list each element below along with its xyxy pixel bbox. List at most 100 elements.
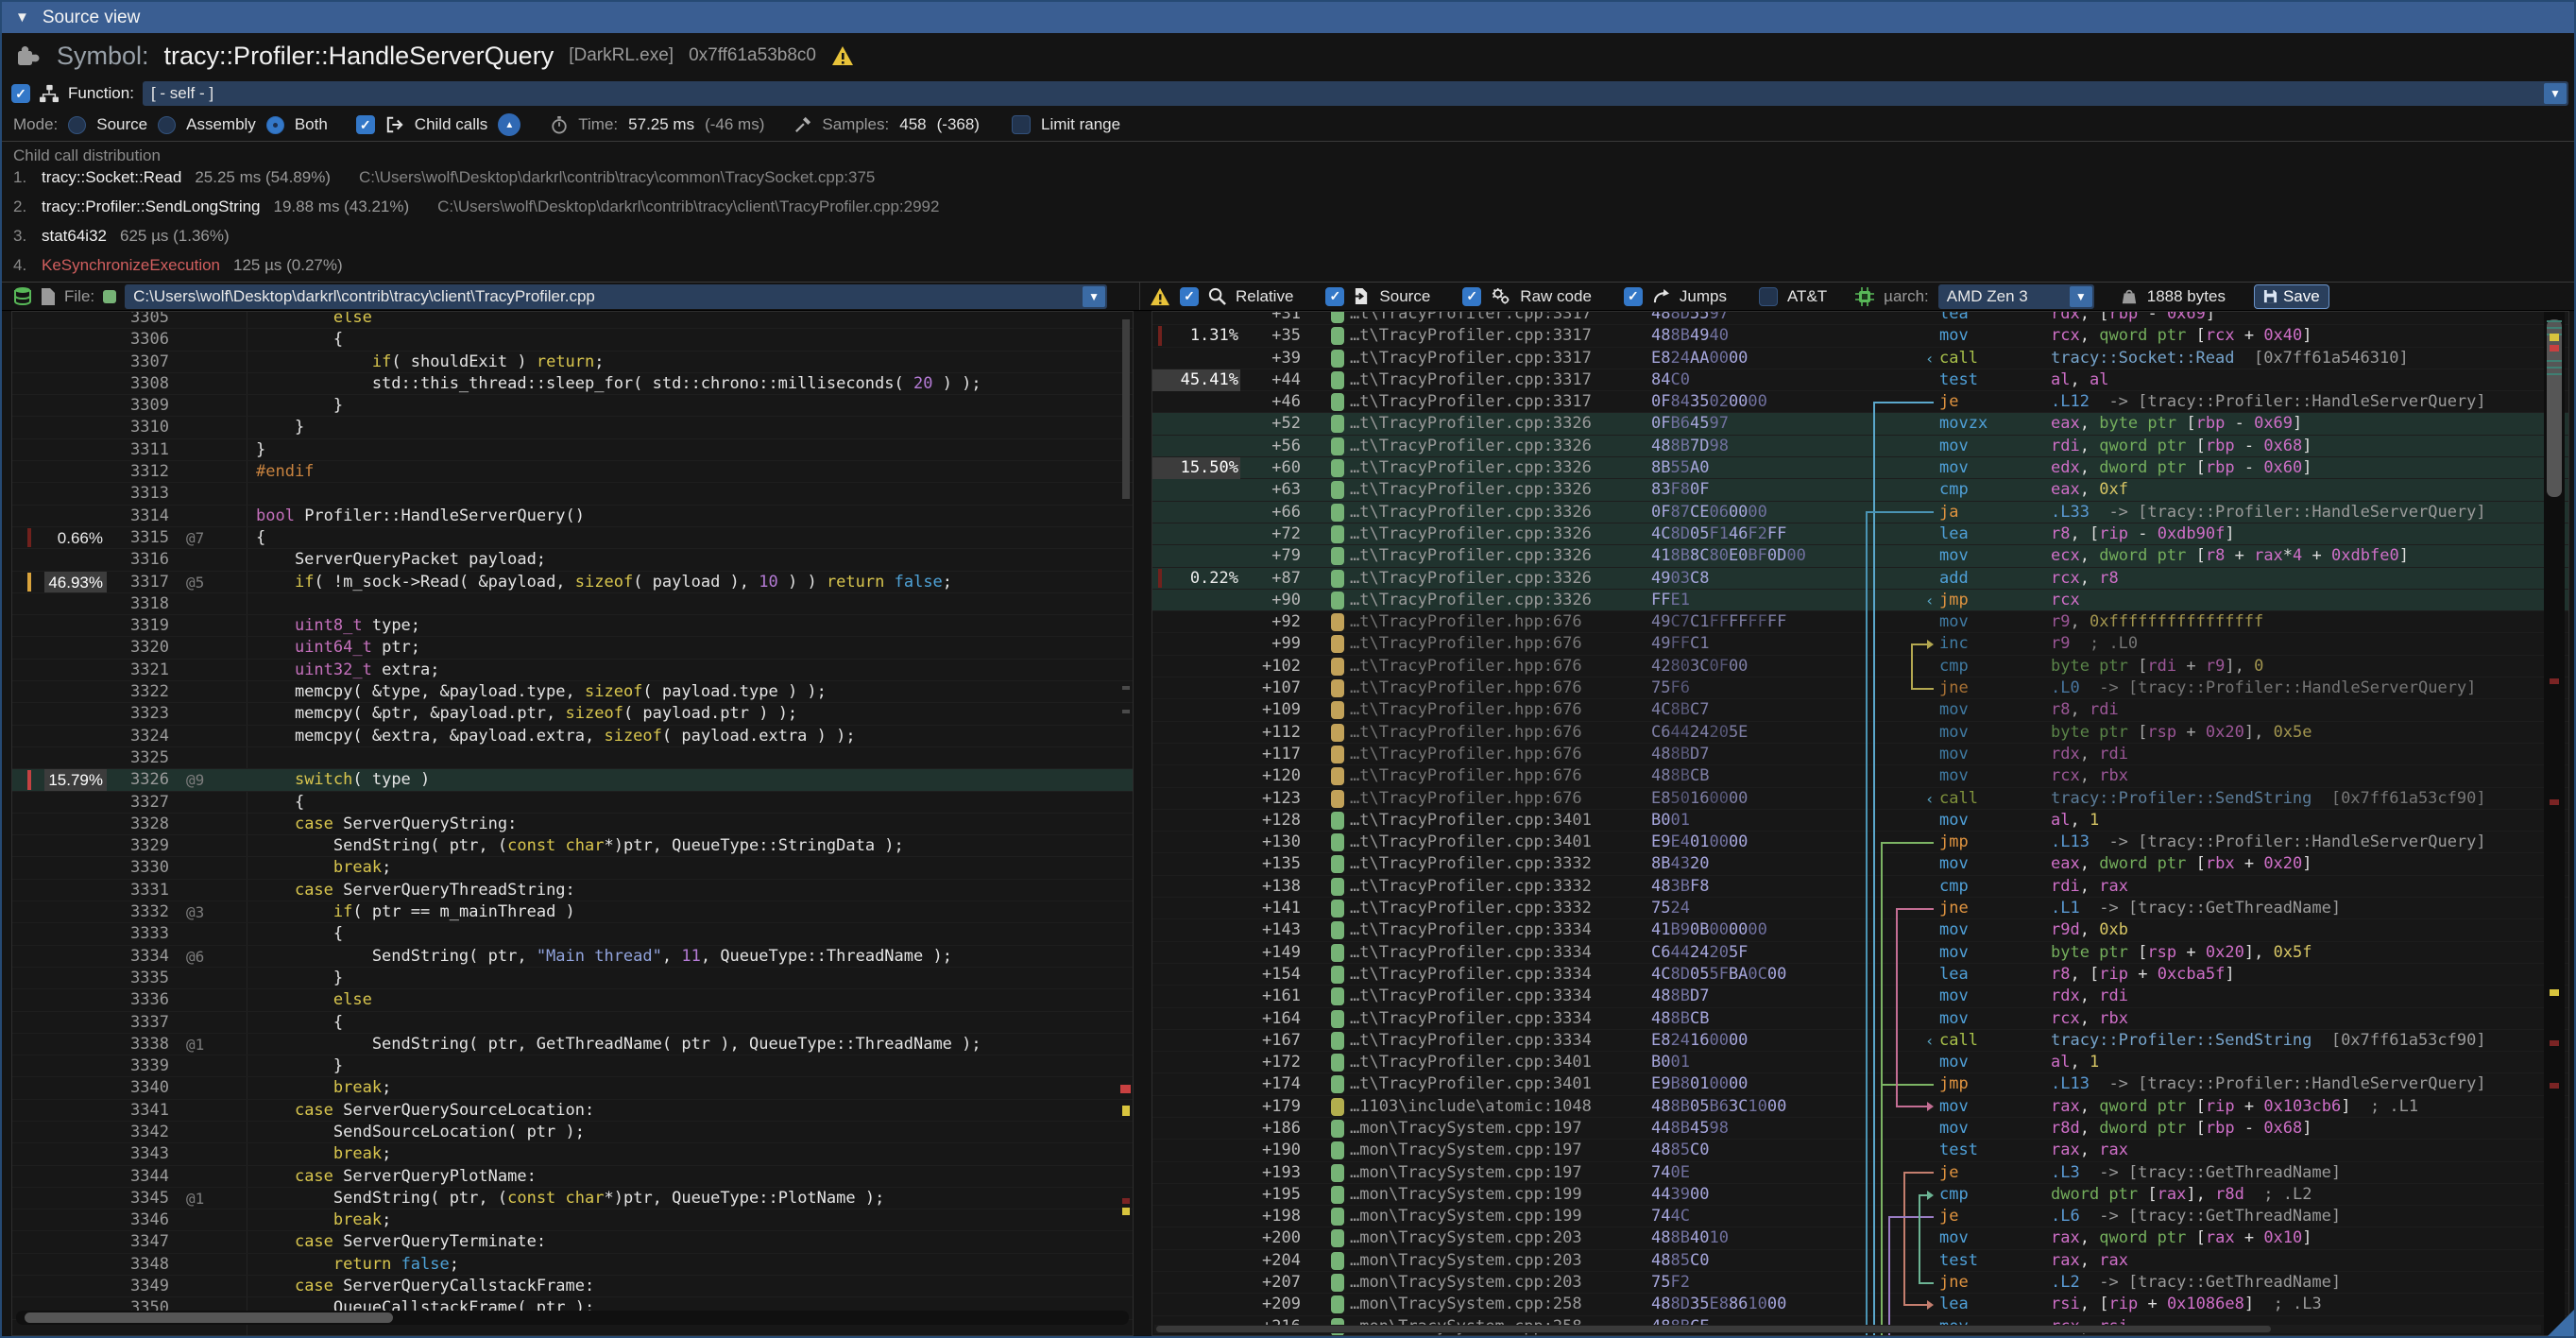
radio-source-label[interactable]: Source [96,115,147,134]
line-number[interactable]: 3327 [103,792,169,814]
chevron-down-icon[interactable]: ▼ [2544,83,2567,104]
source-line[interactable]: 3343 break; [12,1143,1133,1165]
line-number[interactable]: 3343 [103,1143,169,1165]
line-number[interactable]: 3311 [103,439,169,461]
source-line[interactable]: 3347 case ServerQueryTerminate: [12,1231,1133,1253]
line-number[interactable]: 3317 [103,572,169,593]
jump-arrow[interactable] [1866,512,1868,1335]
source-line[interactable]: 3305 else [12,311,1133,329]
source-line[interactable]: 3309 } [12,395,1133,417]
source-line[interactable]: 3341 case ServerQuerySourceLocation: [12,1100,1133,1122]
source-line[interactable]: 3319 uint8_t type; [12,615,1133,637]
radio-source[interactable] [68,116,86,134]
child-call-item[interactable]: 2.tracy::Profiler::SendLongString19.88 m… [13,197,2574,227]
source-line[interactable]: 3312#endif [12,461,1133,483]
source-line[interactable]: 3344 case ServerQueryPlotName: [12,1166,1133,1188]
line-number[interactable]: 3313 [103,483,169,505]
source-line[interactable]: 3330 break; [12,857,1133,879]
source-line[interactable]: 3311} [12,439,1133,461]
jump-arrow[interactable] [1873,403,1875,1335]
line-number[interactable]: 3316 [103,549,169,571]
line-number[interactable]: 3324 [103,726,169,747]
child-call-item[interactable]: 3.stat64i32625 µs (1.36%) [13,227,2574,256]
line-number[interactable]: 3322 [103,681,169,703]
line-number[interactable]: 3346 [103,1209,169,1231]
line-number[interactable]: 3328 [103,814,169,835]
radio-both-label[interactable]: Both [295,115,328,134]
line-number[interactable]: 3319 [103,615,169,637]
line-number[interactable]: 3340 [103,1077,169,1099]
line-number[interactable]: 3305 [103,311,169,329]
line-number[interactable]: 3330 [103,857,169,879]
source-line[interactable]: 3333 { [12,923,1133,945]
line-number[interactable]: 3342 [103,1122,169,1143]
function-checkbox[interactable]: ✓ [11,84,30,103]
line-number[interactable]: 3348 [103,1254,169,1276]
line-number[interactable]: 3341 [103,1100,169,1122]
source-line[interactable]: 3331 case ServerQueryThreadString: [12,880,1133,901]
jump-arrow[interactable] [1896,909,1898,1107]
line-number[interactable]: 3314 [103,506,169,527]
limit-range-checkbox[interactable] [1012,115,1031,134]
source-line[interactable]: 3316 ServerQueryPacket payload; [12,549,1133,571]
line-number[interactable]: 3338 [103,1034,169,1055]
jumps-checkbox[interactable]: ✓ [1624,287,1643,306]
radio-assembly[interactable] [158,116,176,134]
line-number[interactable]: 3331 [103,880,169,901]
line-number[interactable]: 3325 [103,747,169,769]
collapse-triangle-icon[interactable]: ▼ [15,9,29,26]
source-line[interactable]: 3342 SendSourceLocation( ptr ); [12,1122,1133,1143]
source-line[interactable]: 3337 { [12,1012,1133,1034]
child-call-item[interactable]: 1.tracy::Socket::Read25.25 ms (54.89%)C:… [13,168,2574,197]
source-hscrollbar-thumb[interactable] [25,1312,393,1323]
collapse-up-button[interactable]: ▲ [498,113,520,136]
line-number[interactable]: 3312 [103,461,169,483]
source-line[interactable]: 3328 case ServerQueryString: [12,814,1133,835]
title-bar[interactable]: ▼ Source view [2,2,2574,33]
source-line[interactable]: 3306 { [12,329,1133,351]
source-pane[interactable]: 3305 else3306 {3307 if( shouldExit ) ret… [11,311,1134,1336]
line-number[interactable]: 3335 [103,968,169,989]
chevron-down-icon[interactable]: ▼ [2070,286,2092,307]
assembly-vscrollbar[interactable] [2544,312,2565,1335]
source-line[interactable]: 3314bool Profiler::HandleServerQuery() [12,506,1133,527]
source-line[interactable]: 0.66%3315@7{ [12,527,1133,549]
line-number[interactable]: 3345 [103,1188,169,1209]
source-line[interactable]: 3308 std::this_thread::sleep_for( std::c… [12,373,1133,395]
jump-arrow[interactable] [1903,1173,1905,1305]
source-line[interactable]: 3321 uint32_t extra; [12,660,1133,681]
source-line[interactable]: 3318 [12,593,1133,615]
jump-arrow[interactable] [1881,843,1883,1335]
line-number[interactable]: 3339 [103,1055,169,1077]
line-number[interactable]: 3336 [103,989,169,1011]
source-vscrollbar[interactable] [1119,312,1133,1310]
line-number[interactable]: 3337 [103,1012,169,1034]
source-line[interactable]: 3335 } [12,968,1133,989]
source-line[interactable]: 3340 break; [12,1077,1133,1099]
source-line[interactable]: 3332@3 if( ptr == m_mainThread ) [12,901,1133,923]
source-line[interactable]: 3338@1 SendString( ptr, GetThreadName( p… [12,1034,1133,1055]
source-line[interactable]: 3310 } [12,417,1133,438]
line-number[interactable]: 3329 [103,835,169,857]
line-number[interactable]: 3310 [103,417,169,438]
jump-arrow[interactable] [1911,644,1913,689]
source-line[interactable]: 3339 } [12,1055,1133,1077]
line-number[interactable]: 3306 [103,329,169,351]
assembly-pane[interactable]: +31…t\TracyProfiler.cpp:3317488D5597lear… [1152,311,2569,1336]
line-number[interactable]: 3326 [103,769,169,791]
source-line[interactable]: 3334@6 SendString( ptr, "Main thread", 1… [12,946,1133,968]
child-calls-checkbox[interactable]: ✓ [356,115,375,134]
line-number[interactable]: 3318 [103,593,169,615]
line-number[interactable]: 3349 [103,1276,169,1297]
child-call-item[interactable]: 4.KeSynchronizeExecution125 µs (0.27%) [13,256,2574,281]
jump-arrow[interactable] [1888,1217,1890,1335]
line-number[interactable]: 3308 [103,373,169,395]
source-line[interactable]: 3323 memcpy( &ptr, &payload.ptr, sizeof(… [12,703,1133,725]
source-line[interactable]: 3329 SendString( ptr, (const char*)ptr, … [12,835,1133,857]
source-line[interactable]: 3327 { [12,792,1133,814]
line-number[interactable]: 3347 [103,1231,169,1253]
source-line[interactable]: 3345@1 SendString( ptr, (const char*)ptr… [12,1188,1133,1209]
child-calls-label[interactable]: Child calls [415,115,487,134]
function-combo[interactable]: [ - self - ] ▼ [143,81,2568,106]
child-call-name[interactable]: KeSynchronizeExecution [42,256,220,275]
